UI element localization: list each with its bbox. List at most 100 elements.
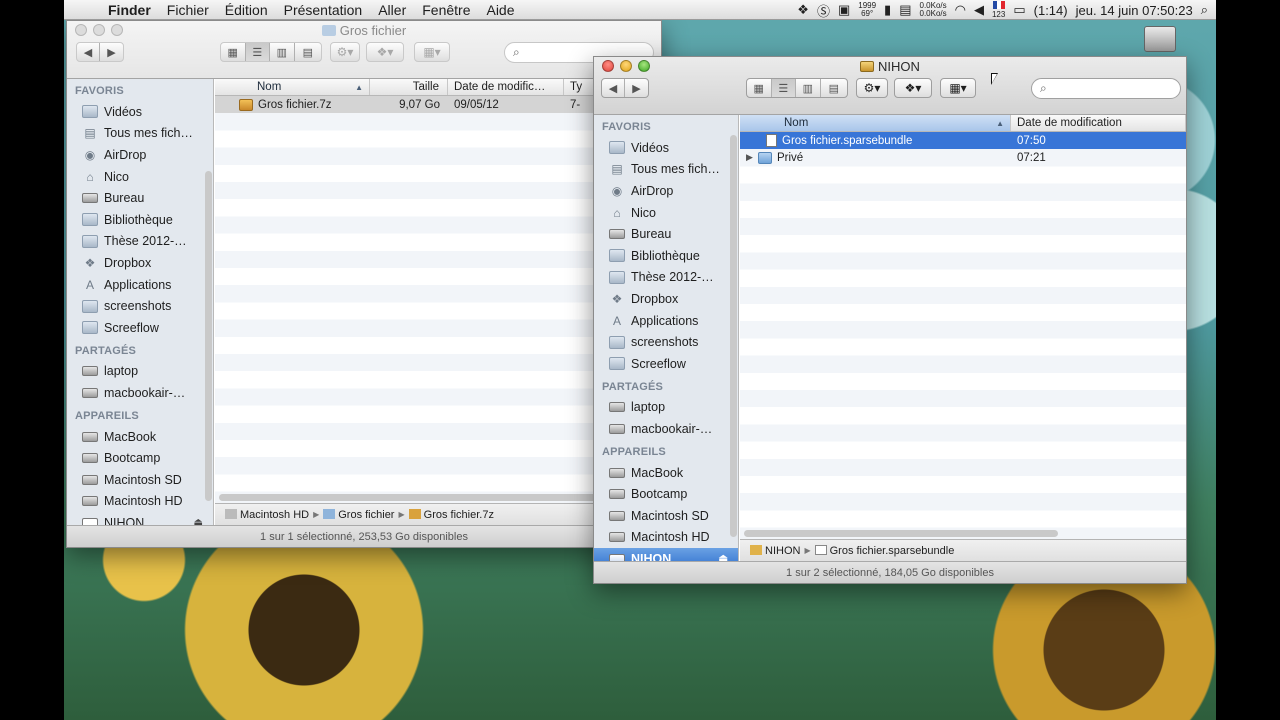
- dropbox-menu-button[interactable]: ❖▾: [366, 42, 404, 62]
- spotlight-icon[interactable]: ⌕: [1201, 2, 1208, 18]
- archive-icon: [408, 508, 421, 519]
- menu-aller[interactable]: Aller: [370, 2, 414, 18]
- path-item[interactable]: Macintosh HD: [225, 508, 309, 521]
- folder-icon: [609, 249, 625, 263]
- icon-view-button[interactable]: ▦: [221, 43, 246, 61]
- desktop-disk-icon[interactable]: [1144, 26, 1176, 52]
- sidebar-item-airdrop[interactable]: ◉ AirDrop: [594, 180, 738, 202]
- sidebar-item-library[interactable]: Bibliothèque: [594, 245, 738, 267]
- column-name[interactable]: Nom ▲: [215, 79, 370, 95]
- sidebar-item-home[interactable]: ⌂ Nico: [594, 202, 738, 224]
- search-field[interactable]: ⌕: [1031, 78, 1181, 99]
- arrange-menu-button[interactable]: ▦▾: [414, 42, 450, 62]
- titlebar[interactable]: NIHON ◀ ▶ ▦ ☰ ▥ ▤ ⚙▾ ❖▾ ▦▾ ⌕: [594, 57, 1186, 115]
- input-source[interactable]: 123: [992, 1, 1005, 19]
- forward-button[interactable]: ▶: [625, 79, 648, 97]
- menu-presentation[interactable]: Présentation: [276, 2, 371, 18]
- coverflow-view-button[interactable]: ▤: [295, 43, 321, 61]
- sidebar-item-macbook[interactable]: MacBook: [594, 462, 738, 484]
- table-row[interactable]: ▶ Privé 07:21: [740, 149, 1186, 166]
- sidebar-item-macintosh-hd[interactable]: Macintosh HD: [67, 491, 213, 513]
- sidebar-item-home[interactable]: ⌂ Nico: [67, 166, 213, 188]
- sidebar-item-all-files[interactable]: ▤ Tous mes fich…: [594, 159, 738, 181]
- clock[interactable]: jeu. 14 juin 07:50:23: [1076, 3, 1193, 18]
- sidebar-item-applications[interactable]: A Applications: [594, 310, 738, 332]
- path-label: Gros fichier.7z: [423, 508, 494, 521]
- sidebar-item-these[interactable]: Thèse 2012-…: [67, 231, 213, 253]
- sidebar-item-library[interactable]: Bibliothèque: [67, 209, 213, 231]
- coverflow-view-button[interactable]: ▤: [821, 79, 847, 97]
- screen-record-icon[interactable]: ▣: [838, 2, 850, 18]
- horizontal-scrollbar[interactable]: [744, 530, 1058, 537]
- sidebar-item-screeflow[interactable]: Screeflow: [67, 317, 213, 339]
- action-menu-button[interactable]: ⚙▾: [856, 78, 888, 98]
- menu-aide[interactable]: Aide: [478, 2, 522, 18]
- sidebar-item-desktop[interactable]: Bureau: [594, 223, 738, 245]
- column-name[interactable]: Nom ▲: [740, 115, 1011, 131]
- disclosure-triangle-icon[interactable]: ▶: [746, 152, 758, 163]
- path-item[interactable]: Gros fichier.7z: [408, 508, 494, 521]
- sidebar-item-macbookair[interactable]: macbookair-…: [594, 418, 738, 440]
- sidebar-item-bootcamp[interactable]: Bootcamp: [67, 447, 213, 469]
- skype-icon[interactable]: Ⓢ: [817, 1, 830, 20]
- sidebar-item-videos[interactable]: Vidéos: [594, 137, 738, 159]
- temperature-readout[interactable]: 1999 69°: [858, 2, 876, 18]
- sidebar-item-airdrop[interactable]: ◉ AirDrop: [67, 144, 213, 166]
- sidebar-item-videos[interactable]: Vidéos: [67, 101, 213, 123]
- list-view-button[interactable]: ☰: [771, 79, 797, 97]
- sidebar-item-laptop[interactable]: laptop: [594, 397, 738, 419]
- icon-view-button[interactable]: ▦: [747, 79, 772, 97]
- sidebar-item-macintosh-sd[interactable]: Macintosh SD: [594, 505, 738, 527]
- dropbox-menu-button[interactable]: ❖▾: [894, 78, 932, 98]
- path-item[interactable]: Gros fichier: [323, 508, 394, 521]
- sidebar-header-favoris: FAVORIS: [602, 121, 651, 133]
- action-menu-button[interactable]: ⚙▾: [330, 42, 360, 62]
- sidebar-item-macintosh-sd[interactable]: Macintosh SD: [67, 469, 213, 491]
- sidebar-item-laptop[interactable]: laptop: [67, 361, 213, 383]
- sidebar-item-macbook[interactable]: MacBook: [67, 426, 213, 448]
- column-date[interactable]: Date de modification: [1011, 115, 1186, 131]
- dropbox-icon[interactable]: ❖: [797, 2, 809, 18]
- back-button[interactable]: ◀: [77, 43, 101, 61]
- network-readout[interactable]: 0.0Ko/s 0.0Ko/s: [920, 2, 947, 18]
- wifi-icon[interactable]: ◠: [955, 2, 966, 18]
- volume-icon[interactable]: ◀: [974, 2, 984, 18]
- column-view-button[interactable]: ▥: [796, 79, 821, 97]
- battery-icon[interactable]: ▭: [1013, 2, 1025, 18]
- path-item[interactable]: Gros fichier.sparsebundle: [814, 544, 954, 557]
- sidebar-item-dropbox[interactable]: ❖ Dropbox: [594, 288, 738, 310]
- memory-icon[interactable]: ▮: [884, 2, 891, 18]
- menu-edition[interactable]: Édition: [217, 2, 276, 18]
- sidebar-item-these[interactable]: Thèse 2012-…: [594, 267, 738, 289]
- sidebar-item-macbookair[interactable]: macbookair-…: [67, 382, 213, 404]
- cell-date: 07:21: [1017, 151, 1046, 164]
- sidebar-item-screeflow[interactable]: Screeflow: [594, 353, 738, 375]
- sidebar-item-screenshots[interactable]: screenshots: [594, 331, 738, 353]
- table-row[interactable]: Gros fichier.sparsebundle 07:50: [740, 132, 1186, 150]
- list-view-button[interactable]: ☰: [245, 43, 271, 61]
- sidebar-scrollbar[interactable]: [205, 171, 212, 501]
- sidebar-scrollbar[interactable]: [730, 135, 737, 537]
- menu-finder[interactable]: Finder: [104, 2, 159, 18]
- column-date[interactable]: Date de modific…: [448, 79, 564, 95]
- sidebar-item-screenshots[interactable]: screenshots: [67, 295, 213, 317]
- sidebar-item-applications[interactable]: A Applications: [67, 274, 213, 296]
- horizontal-scrollbar[interactable]: [219, 494, 657, 501]
- battery-time[interactable]: (1:14): [1034, 3, 1068, 18]
- sidebar-item-all-files[interactable]: ▤ Tous mes fich…: [67, 123, 213, 145]
- sidebar-item-bootcamp[interactable]: Bootcamp: [594, 483, 738, 505]
- sidebar-item-macintosh-hd[interactable]: Macintosh HD: [594, 527, 738, 549]
- sidebar-item-label: AirDrop: [631, 183, 674, 198]
- arrange-menu-button[interactable]: ▦▾: [940, 78, 976, 98]
- column-size[interactable]: Taille: [370, 79, 448, 95]
- column-view-button[interactable]: ▥: [270, 43, 295, 61]
- sidebar-item-dropbox[interactable]: ❖ Dropbox: [67, 252, 213, 274]
- path-item[interactable]: NIHON: [750, 544, 800, 557]
- menu-fenetre[interactable]: Fenêtre: [414, 2, 478, 18]
- back-button[interactable]: ◀: [602, 79, 626, 97]
- cpu-icon[interactable]: ▤: [899, 2, 911, 18]
- sidebar-item-desktop[interactable]: Bureau: [67, 187, 213, 209]
- titlebar[interactable]: Gros fichier ◀ ▶ ▦ ☰ ▥ ▤ ⚙▾ ❖▾ ▦▾ ⌕: [67, 21, 661, 79]
- forward-button[interactable]: ▶: [100, 43, 123, 61]
- menu-fichier[interactable]: Fichier: [159, 2, 217, 18]
